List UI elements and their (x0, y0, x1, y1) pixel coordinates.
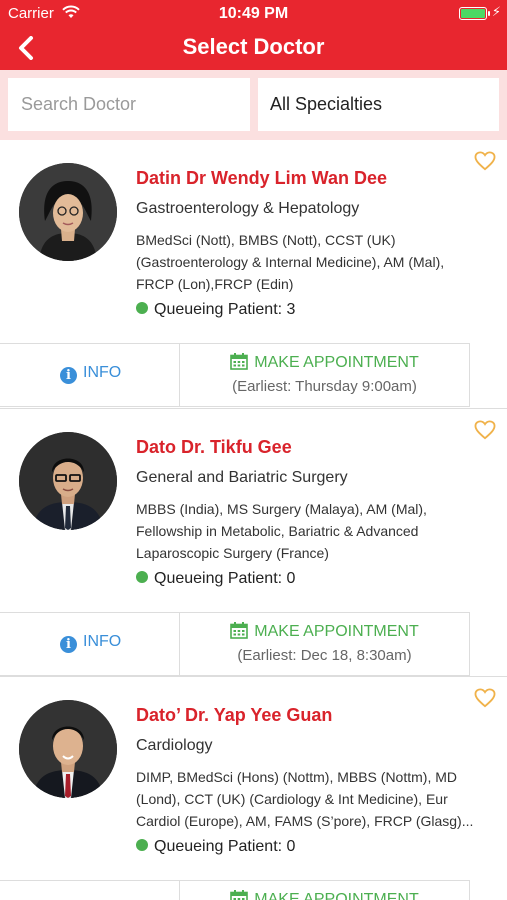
page-title: Select Doctor (182, 34, 325, 59)
specialty-dropdown[interactable]: All Specialties (258, 78, 499, 131)
info-label: INFO (83, 633, 122, 650)
nav-bar: Select Doctor (0, 28, 507, 70)
charging-icon: ⚡ (491, 4, 501, 19)
doctor-specialty: General and Bariatric Surgery (136, 469, 348, 486)
doctor-specialty: Cardiology (136, 737, 213, 754)
earliest-slot: (Earliest: Thursday 9:00am) (232, 378, 417, 395)
doctor-name: Dato’ Dr. Yap Yee Guan (136, 705, 333, 725)
doctor-actions: i INFO MAKE APPOINTMENT (Earliest: Thursd… (0, 343, 470, 407)
doctor-card: Dato Dr. Tikfu Gee General and Bariatric… (0, 408, 507, 676)
info-button[interactable]: i INFO (0, 613, 180, 675)
make-appointment-button[interactable]: MAKE APPOINTMENT (Earliest: Dec 18, 8:30… (180, 613, 469, 675)
favorite-heart-icon[interactable] (474, 688, 496, 713)
favorite-heart-icon[interactable] (474, 420, 496, 445)
info-icon: i (60, 367, 77, 384)
make-appointment-button[interactable]: MAKE APPOINTMENT (Earliest: Thursday 9:0… (180, 344, 469, 406)
queue-status-dot-icon (136, 571, 148, 583)
info-button[interactable]: i INFO (0, 344, 180, 406)
calendar-icon (230, 353, 249, 370)
doctor-qualifications: MBBS (India), MS Surgery (Malaya), AM (M… (136, 501, 427, 561)
queue-status: Queueing Patient: 3 (136, 301, 295, 319)
status-bar: Carrier 10:49 PM ⚡ (0, 0, 507, 28)
status-time: 10:49 PM (218, 5, 289, 22)
doctor-name: Datin Dr Wendy Lim Wan Dee (136, 168, 388, 188)
doctor-specialty: Gastroenterology & Hepatology (136, 200, 360, 217)
doctor-card: Dato’ Dr. Yap Yee Guan Cardiology DIMP, … (0, 676, 507, 900)
doctor-qualifications: DIMP, BMedSci (Hons) (Nottm), MBBS (Nott… (136, 769, 474, 829)
search-input[interactable] (8, 78, 250, 131)
make-appointment-button[interactable]: MAKE APPOINTMENT (180, 881, 469, 900)
doctor-qualifications: BMedSci (Nott), BMBS (Nott), CCST (UK) (… (136, 232, 445, 292)
queue-text: Queueing Patient: 3 (154, 301, 296, 318)
filter-bar: All Specialties (0, 70, 507, 140)
doctor-list[interactable]: Datin Dr Wendy Lim Wan Dee Gastroenterol… (0, 140, 507, 900)
queue-status-dot-icon (136, 839, 148, 851)
doctor-avatar (19, 163, 117, 261)
make-appointment-label: MAKE APPOINTMENT (254, 623, 419, 640)
doctor-avatar (19, 700, 117, 798)
queue-status: Queueing Patient: 0 (136, 838, 295, 856)
doctor-actions: i INFO MAKE APPOINTMENT (Earliest: Dec 18… (0, 612, 470, 676)
make-appointment-label: MAKE APPOINTMENT (254, 891, 419, 900)
favorite-heart-icon[interactable] (474, 151, 496, 176)
calendar-icon (230, 622, 249, 639)
doctor-card: Datin Dr Wendy Lim Wan Dee Gastroenterol… (0, 140, 507, 408)
doctor-actions: iINFO MAKE APPOINTMENT (0, 880, 470, 900)
queue-text: Queueing Patient: 0 (154, 570, 296, 587)
info-icon: i (60, 636, 77, 653)
info-label: INFO (83, 364, 122, 381)
earliest-slot: (Earliest: Dec 18, 8:30am) (237, 647, 412, 664)
doctor-name: Dato Dr. Tikfu Gee (136, 437, 292, 457)
doctor-avatar (19, 432, 117, 530)
queue-text: Queueing Patient: 0 (154, 838, 296, 855)
make-appointment-label: MAKE APPOINTMENT (254, 354, 419, 371)
queue-status: Queueing Patient: 0 (136, 570, 295, 588)
battery-icon (459, 7, 490, 20)
queue-status-dot-icon (136, 302, 148, 314)
info-button[interactable]: iINFO (0, 881, 180, 900)
calendar-icon (230, 890, 249, 900)
